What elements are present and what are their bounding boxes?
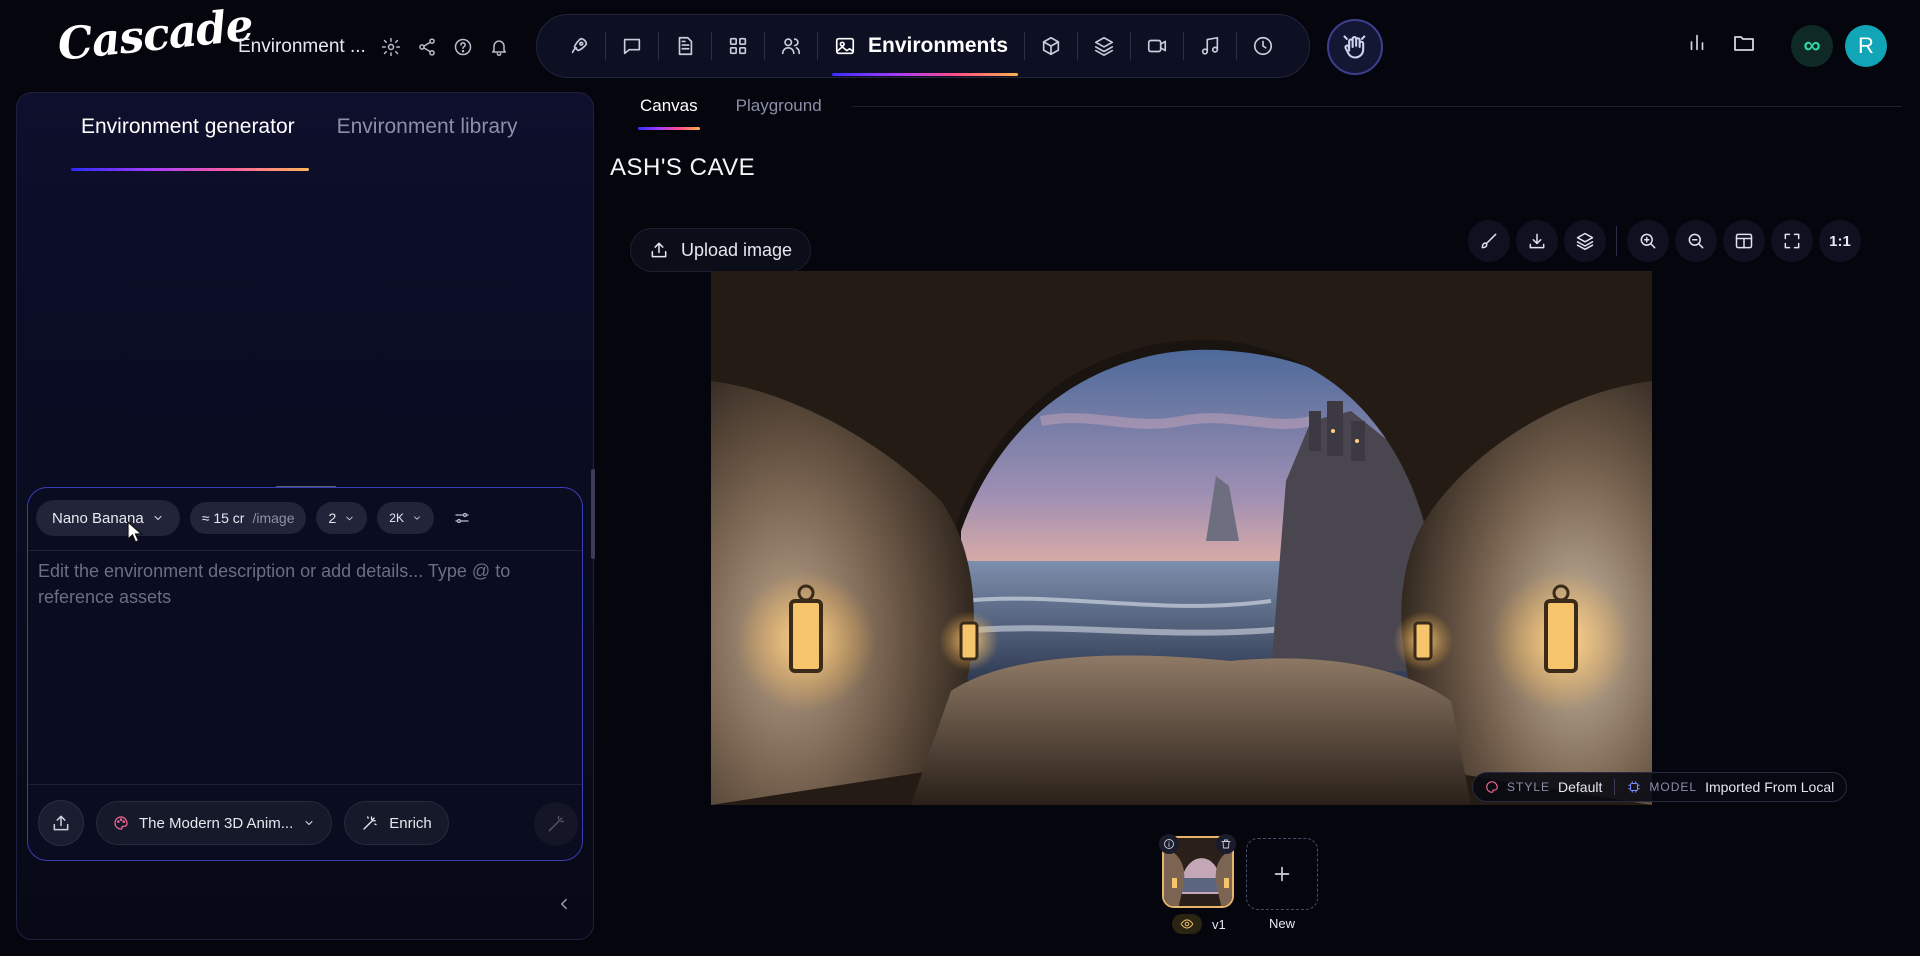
style-key: STYLE <box>1507 780 1551 794</box>
environment-title: ASH'S CAVE <box>610 154 756 181</box>
download-icon[interactable] <box>1516 220 1558 262</box>
tab-environment-library[interactable]: Environment library <box>337 115 518 139</box>
nav-cube-icon[interactable] <box>1031 26 1071 66</box>
style-value: Default <box>1558 779 1603 795</box>
nav-environments-tab[interactable]: Environments <box>818 14 1024 78</box>
top-bar: Cascade Environment ... Environments ∞ R <box>0 0 1920 92</box>
style-select[interactable]: The Modern 3D Anim... <box>96 801 333 845</box>
new-version-label: New <box>1268 916 1295 931</box>
cost-unit: /image <box>252 510 295 526</box>
environment-preview-image[interactable] <box>711 271 1652 805</box>
composer-actions: The Modern 3D Anim... Enrich <box>38 800 449 846</box>
upload-icon <box>651 242 667 258</box>
canvas-toolbar: 1:1 <box>1468 220 1861 262</box>
panel-scrollbar[interactable] <box>591 469 595 559</box>
infinity-icon[interactable]: ∞ <box>1791 25 1833 67</box>
nav-music-icon[interactable] <box>1190 26 1230 66</box>
version-meta: v1 <box>1172 914 1226 934</box>
environment-panel: Environment generator Environment librar… <box>16 92 595 940</box>
advanced-settings-sliders-icon[interactable] <box>444 500 480 536</box>
notifications-bell-icon[interactable] <box>486 34 512 60</box>
layers-icon[interactable] <box>1564 220 1606 262</box>
chevron-down-icon <box>154 516 162 520</box>
upload-icon <box>53 815 69 831</box>
image-count-select[interactable]: 2 <box>316 502 368 534</box>
fit-layout-icon[interactable] <box>1723 220 1765 262</box>
model-value: Imported From Local <box>1705 779 1835 795</box>
user-avatar[interactable]: R <box>1845 25 1887 67</box>
settings-icon[interactable] <box>378 34 404 60</box>
palette-icon <box>1486 781 1498 793</box>
project-actions <box>378 34 512 60</box>
enrich-button[interactable]: Enrich <box>344 801 449 845</box>
resolution-select[interactable]: 2K <box>377 502 434 534</box>
nav-video-icon[interactable] <box>1137 26 1177 66</box>
image-metadata: STYLE Default MODEL Imported From Local <box>1472 772 1848 802</box>
nav-environments-label: Environments <box>868 34 1009 57</box>
environment-description-input[interactable] <box>38 558 568 778</box>
upload-image-button[interactable]: Upload image <box>630 228 812 272</box>
new-version-button[interactable] <box>1246 838 1318 910</box>
nav-layers-icon[interactable] <box>1084 26 1124 66</box>
upload-reference-button[interactable] <box>38 800 84 846</box>
nav-history-icon[interactable] <box>1243 26 1283 66</box>
generation-options: Nano Banana ≈ 15 cr /image 2 2K <box>36 500 480 536</box>
nav-chat-icon[interactable] <box>612 26 652 66</box>
share-icon[interactable] <box>414 34 440 60</box>
tab-playground[interactable]: Playground <box>736 96 822 116</box>
version-delete-trash-icon[interactable] <box>1216 834 1236 854</box>
magic-hand-icon <box>1343 35 1366 59</box>
fullscreen-icon[interactable] <box>1771 220 1813 262</box>
panel-tabs: Environment generator Environment librar… <box>71 115 518 171</box>
prompt-composer: Nano Banana ≈ 15 cr /image 2 2K Edit the… <box>27 487 583 861</box>
chevron-down-icon <box>414 516 420 520</box>
model-key: MODEL <box>1649 780 1698 794</box>
chevron-down-icon <box>346 516 353 520</box>
style-select-label: The Modern 3D Anim... <box>139 814 294 832</box>
image-icon <box>835 37 855 55</box>
image-count-value: 2 <box>328 510 337 526</box>
chip-icon <box>1628 781 1641 793</box>
chevron-down-icon <box>305 821 313 825</box>
analytics-icon[interactable] <box>1686 31 1708 53</box>
brush-icon[interactable] <box>1468 220 1510 262</box>
plus-icon <box>1274 866 1290 882</box>
folder-icon[interactable] <box>1732 31 1756 55</box>
generate-button[interactable] <box>534 802 578 846</box>
enrich-label: Enrich <box>389 814 432 832</box>
resolution-value: 2K <box>389 511 404 525</box>
nav-document-icon[interactable] <box>665 26 705 66</box>
sparkle-wand-icon <box>548 815 565 832</box>
project-title[interactable]: Environment ... <box>238 36 366 58</box>
nav-characters-icon[interactable] <box>771 26 811 66</box>
zoom-in-icon[interactable] <box>1627 220 1669 262</box>
cost-badge: ≈ 15 cr /image <box>189 502 307 534</box>
version-info-icon[interactable] <box>1159 834 1179 854</box>
magic-assistant-button[interactable] <box>1327 19 1383 75</box>
cascade-logo[interactable]: Cascade <box>55 0 255 71</box>
nav-grid-icon[interactable] <box>718 26 758 66</box>
tab-canvas[interactable]: Canvas <box>638 96 700 130</box>
tab-environment-generator[interactable]: Environment generator <box>71 115 309 171</box>
section-nav: Environments <box>536 14 1310 78</box>
nav-rocket-icon[interactable] <box>559 26 599 66</box>
canvas-tabs: Canvas Playground <box>638 96 822 130</box>
actual-size-button[interactable]: 1:1 <box>1819 220 1861 262</box>
cost-value: ≈ 15 cr <box>201 510 245 526</box>
mouse-pointer-icon <box>127 521 143 543</box>
version-label: v1 <box>1212 916 1226 932</box>
eye-icon[interactable] <box>1172 914 1202 934</box>
zoom-out-icon[interactable] <box>1675 220 1717 262</box>
model-select[interactable]: Nano Banana <box>36 500 180 536</box>
palette-icon <box>114 816 128 830</box>
magic-wand-icon <box>363 816 377 830</box>
collapse-panel-chevron-left-icon[interactable] <box>555 895 573 913</box>
help-icon[interactable] <box>450 34 476 60</box>
upload-image-label: Upload image <box>681 239 793 260</box>
